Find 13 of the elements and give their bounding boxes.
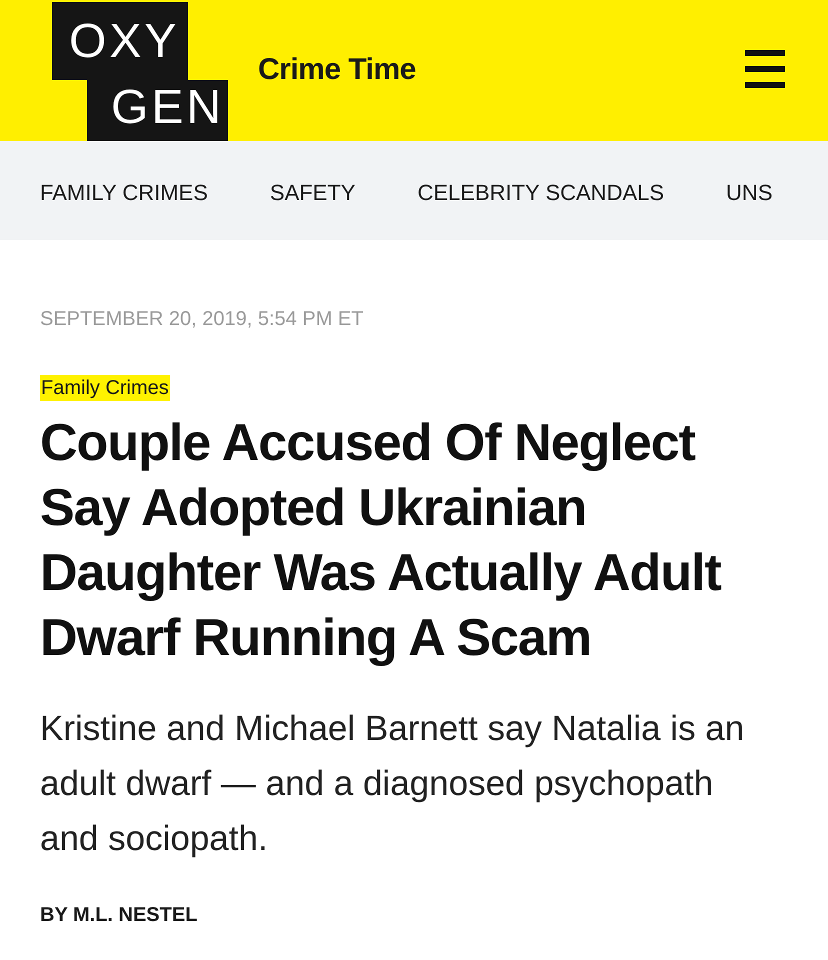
category-tag[interactable]: Family Crimes bbox=[40, 375, 170, 401]
headline: Couple Accused Of Neglect Say Adopted Ukrainian Daughter Was Actually Adult Dwarf Running A Scam bbox=[40, 413, 722, 669]
logo-text[interactable]: OXY bbox=[52, 2, 188, 80]
article-summary: Kristine and Michael Barnett say Natalia is an adult dwarf — and a diagnosed psychopath and sociopath. bbox=[40, 708, 746, 860]
nav-link[interactable]: FAMILY CRIMES bbox=[40, 180, 208, 206]
menu-icon[interactable] bbox=[745, 50, 785, 88]
nav-link[interactable]: SAFETY bbox=[270, 180, 356, 206]
nav-link[interactable]: CELEBRITY SCANDALS bbox=[417, 180, 664, 206]
byline: BY M.L. NESTEL bbox=[40, 904, 198, 927]
section-title: Crime Time bbox=[258, 52, 416, 86]
nav-link[interactable]: UNS bbox=[726, 180, 772, 206]
logo-text[interactable]: GEN bbox=[87, 80, 228, 141]
publish-date: SEPTEMBER 20, 2019, 5:54 PM ET bbox=[40, 307, 364, 331]
